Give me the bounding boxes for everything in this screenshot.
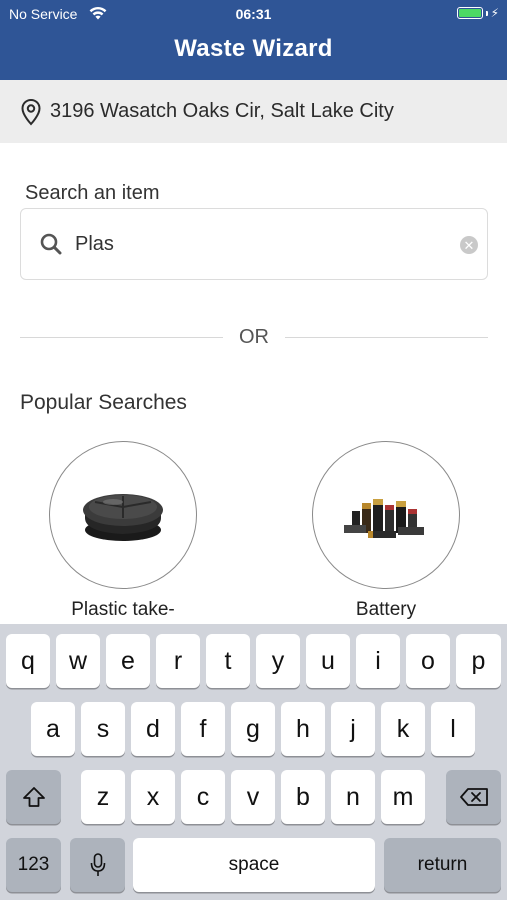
- onscreen-keyboard: q w e r t y u i o p a s d f g h j k l z …: [0, 624, 507, 900]
- key-e[interactable]: e: [106, 634, 150, 688]
- popular-item-image[interactable]: [312, 441, 460, 589]
- charging-icon: ⚡: [490, 6, 499, 20]
- microphone-icon: [90, 853, 105, 876]
- key-r[interactable]: r: [156, 634, 200, 688]
- popular-item-image[interactable]: [49, 441, 197, 589]
- key-l[interactable]: l: [431, 702, 475, 756]
- status-bar: No Service 06:31 ⚡: [0, 0, 507, 28]
- search-input[interactable]: [75, 232, 435, 256]
- search-field[interactable]: ✕: [20, 208, 488, 280]
- shift-key[interactable]: [6, 770, 61, 824]
- page-title: Waste Wizard: [174, 35, 333, 62]
- app-header: No Service 06:31 ⚡ Waste Wizard: [0, 0, 507, 80]
- or-text: OR: [239, 325, 269, 348]
- popular-item-battery[interactable]: Battery: [311, 441, 461, 621]
- keyboard-row-4: 123 space return: [0, 838, 507, 894]
- search-icon: [40, 233, 62, 255]
- key-t[interactable]: t: [206, 634, 250, 688]
- key-d[interactable]: d: [131, 702, 175, 756]
- popular-item-plastic[interactable]: Plastic take-: [48, 441, 198, 621]
- key-q[interactable]: q: [6, 634, 50, 688]
- key-f[interactable]: f: [181, 702, 225, 756]
- key-x[interactable]: x: [131, 770, 175, 824]
- key-b[interactable]: b: [281, 770, 325, 824]
- key-p[interactable]: p: [456, 634, 501, 688]
- key-a[interactable]: a: [31, 702, 75, 756]
- popular-item-label: Battery: [355, 599, 417, 620]
- key-u[interactable]: u: [306, 634, 350, 688]
- clear-search-icon[interactable]: ✕: [460, 236, 478, 254]
- keyboard-row-2: a s d f g h j k l: [0, 702, 507, 758]
- status-time: 06:31: [235, 6, 272, 22]
- search-label: Search an item: [25, 182, 160, 204]
- or-divider: OR: [20, 322, 488, 352]
- key-s[interactable]: s: [81, 702, 125, 756]
- key-v[interactable]: v: [231, 770, 275, 824]
- batteries-image: [344, 499, 424, 538]
- backspace-icon: [459, 788, 488, 806]
- address-bar[interactable]: 3196 Wasatch Oaks Cir, Salt Lake City: [0, 80, 507, 143]
- key-c[interactable]: c: [181, 770, 225, 824]
- key-i[interactable]: i: [356, 634, 400, 688]
- plastic-container-image: [83, 494, 163, 541]
- divider-line-left: [20, 336, 223, 338]
- dictation-key[interactable]: [70, 838, 125, 892]
- key-h[interactable]: h: [281, 702, 325, 756]
- keyboard-row-3: z x c v b n m: [0, 770, 507, 826]
- key-o[interactable]: o: [406, 634, 450, 688]
- keyboard-row-1: q w e r t y u i o p: [0, 634, 507, 690]
- key-y[interactable]: y: [256, 634, 300, 688]
- shift-icon: [22, 787, 45, 807]
- key-j[interactable]: j: [331, 702, 375, 756]
- key-g[interactable]: g: [231, 702, 275, 756]
- popular-searches-title: Popular Searches: [20, 391, 187, 414]
- space-key[interactable]: space: [133, 838, 375, 892]
- location-pin-icon: [21, 98, 41, 125]
- popular-item-label: Plastic take-: [71, 599, 175, 620]
- delete-key[interactable]: [446, 770, 501, 824]
- return-key[interactable]: return: [384, 838, 501, 892]
- numbers-key[interactable]: 123: [6, 838, 61, 892]
- key-w[interactable]: w: [56, 634, 100, 688]
- key-k[interactable]: k: [381, 702, 425, 756]
- divider-line-right: [285, 336, 488, 338]
- key-m[interactable]: m: [381, 770, 425, 824]
- key-n[interactable]: n: [331, 770, 375, 824]
- battery-icon: ⚡: [456, 6, 499, 20]
- key-z[interactable]: z: [81, 770, 125, 824]
- address-text: 3196 Wasatch Oaks Cir, Salt Lake City: [50, 100, 394, 122]
